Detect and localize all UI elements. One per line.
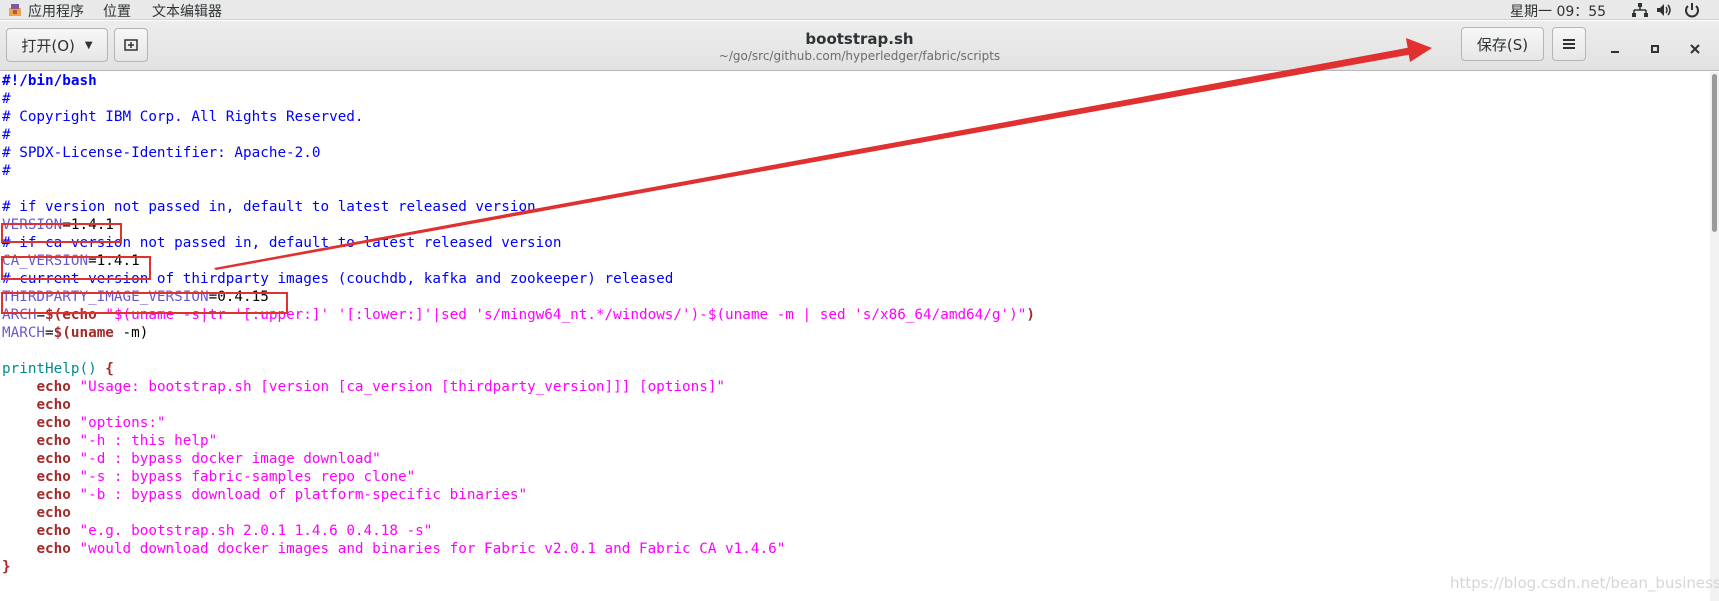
arrow-head (1406, 38, 1432, 62)
arrow-shaft (214, 47, 1413, 270)
red-arrow-annotation (214, 38, 1432, 270)
watermark: https://blog.csdn.net/bean_business (1450, 574, 1719, 592)
